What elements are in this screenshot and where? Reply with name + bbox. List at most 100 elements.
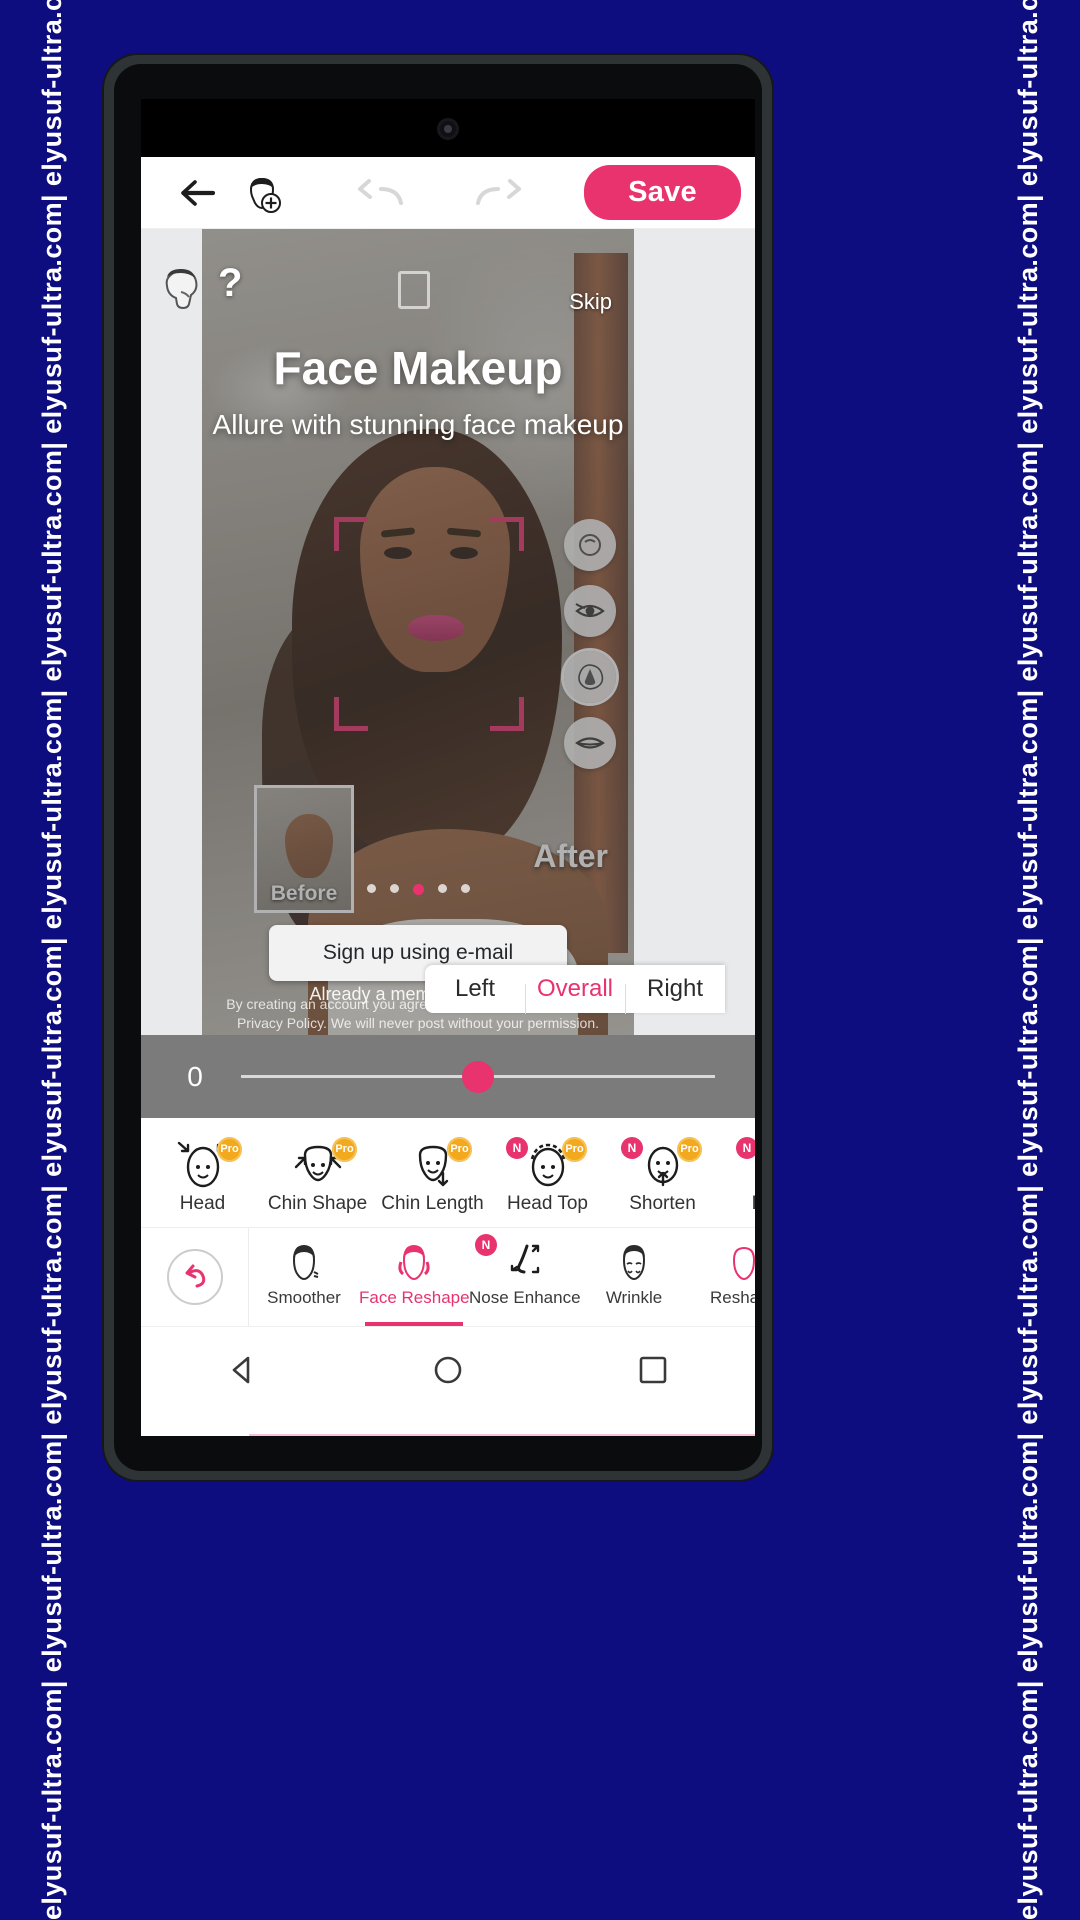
slider-track[interactable]: [241, 1060, 715, 1093]
add-face-button[interactable]: [231, 165, 295, 221]
region-segmented-control[interactable]: Left Overall Right: [425, 965, 725, 1014]
cat-label: Smoother: [267, 1288, 341, 1307]
cat-glyph: [249, 1236, 359, 1288]
pro-badge: Pro: [217, 1136, 242, 1162]
promo-dot[interactable]: [437, 884, 447, 893]
tool-glyph: N Pro: [605, 1135, 720, 1191]
undo-arrow-icon: [357, 178, 403, 205]
android-nav-bar: [141, 1326, 755, 1412]
watermark-rail-left: elyusuf-ultra.com| elyusuf-ultra.com| el…: [0, 0, 104, 1920]
redo-arrow-icon: [476, 178, 522, 205]
cat-glyph: [359, 1236, 469, 1288]
cat-label: Reshape: [709, 1288, 755, 1307]
back-arrow-icon: [181, 179, 216, 206]
reset-button[interactable]: [141, 1228, 249, 1326]
category-face-reshape[interactable]: Face Reshape: [359, 1228, 470, 1326]
undo-circle-icon: [185, 1264, 205, 1288]
new-badge: N: [506, 1136, 528, 1159]
tool-label: Head Top: [507, 1192, 588, 1214]
tool-lower[interactable]: N Pro Lower: [720, 1131, 755, 1215]
promo-overlay[interactable]: ? Skip Face Makeup Allure with stunning …: [202, 229, 634, 1035]
tool-head-top[interactable]: N Pro Head Top: [490, 1131, 605, 1215]
tool-glyph: N Pro: [490, 1135, 605, 1191]
phone-screen: Save Before After ? Skip Face Makeup All…: [141, 99, 755, 1436]
add-face-icon: [249, 177, 281, 213]
nav-back-button[interactable]: [198, 1353, 288, 1387]
segment-right[interactable]: Right: [625, 975, 725, 1014]
tool-glyph: Pro: [145, 1135, 260, 1191]
hand-tap-icon: [165, 269, 198, 310]
new-badge: N: [475, 1234, 497, 1256]
promo-help-icon[interactable]: ?: [218, 261, 242, 306]
nose-enhance-icon: [510, 1244, 540, 1274]
phone-bezel: Save Before After ? Skip Face Makeup All…: [114, 64, 762, 1471]
promo-page-dots[interactable]: [202, 884, 634, 895]
tool-chin-length[interactable]: Pro Chin Length: [375, 1131, 490, 1215]
tool-glyph: N Pro: [720, 1135, 755, 1191]
top-toolbar: Save: [141, 157, 755, 229]
face-reshape-icon: [398, 1245, 430, 1281]
tool-label: Chin Length: [381, 1192, 484, 1214]
tool-glyph: Pro: [375, 1135, 490, 1191]
new-badge: N: [621, 1136, 643, 1159]
tool-chin-shape[interactable]: Pro Chin Shape: [260, 1131, 375, 1215]
recents-square-icon: [639, 1356, 666, 1383]
tool-glyph: Pro: [260, 1135, 375, 1191]
promo-subtitle: Allure with stunning face makeup: [212, 409, 624, 440]
cat-glyph: N: [469, 1234, 579, 1288]
save-button[interactable]: Save: [584, 165, 741, 220]
intensity-slider-bar[interactable]: 0: [141, 1035, 755, 1118]
category-nose-enhance[interactable]: N Nose Enhance: [469, 1228, 581, 1326]
undo-circle: [166, 1249, 223, 1305]
smoother-face-icon: [292, 1245, 319, 1281]
promo-document-icon: [398, 271, 430, 309]
segment-overall[interactable]: Overall: [525, 975, 625, 1014]
pro-badge: Pro: [332, 1136, 357, 1162]
cat-glyph: [579, 1236, 689, 1288]
back-button[interactable]: [167, 165, 231, 221]
undo-button[interactable]: [349, 165, 413, 221]
watermark-text: elyusuf-ultra.com| elyusuf-ultra.com| el…: [0, 0, 104, 1920]
tool-shorten[interactable]: N Pro Shorten: [605, 1131, 720, 1215]
reshape-icon: [732, 1246, 755, 1281]
promo-dot[interactable]: [460, 884, 470, 893]
status-bar: [141, 99, 755, 157]
category-smoother[interactable]: Smoother: [249, 1228, 359, 1326]
slider-thumb[interactable]: [462, 1060, 494, 1093]
promo-dot-active[interactable]: [412, 884, 424, 895]
category-reshape[interactable]: Reshape: [689, 1228, 755, 1326]
slider-value: 0: [187, 1060, 203, 1092]
face-tool-strip[interactable]: Pro Head Pro Chin Shape Pro Chin Length …: [141, 1118, 755, 1228]
front-camera-icon: [437, 118, 459, 140]
promo-skip-button[interactable]: Skip: [569, 289, 612, 315]
segment-left[interactable]: Left: [425, 975, 525, 1003]
nav-recents-button[interactable]: [608, 1353, 698, 1387]
tool-label: Chin Shape: [267, 1192, 368, 1214]
redo-button[interactable]: [466, 165, 530, 221]
cat-glyph: [689, 1236, 755, 1288]
nav-home-button[interactable]: [403, 1353, 493, 1387]
promo-dot[interactable]: [366, 884, 376, 893]
phone-device-frame: Save Before After ? Skip Face Makeup All…: [104, 55, 772, 1480]
photo-canvas-area[interactable]: Before After ? Skip Face Makeup Allure w…: [141, 229, 755, 1035]
cat-label: Face Reshape: [359, 1288, 470, 1307]
wrinkle-face-icon: [622, 1245, 646, 1281]
pro-badge: Pro: [562, 1136, 587, 1162]
cat-label: Wrinkle: [605, 1288, 663, 1307]
tool-label: Head: [179, 1192, 226, 1214]
watermark-text: elyusuf-ultra.com| elyusuf-ultra.com| el…: [976, 0, 1080, 1920]
watermark-rail-right: elyusuf-ultra.com| elyusuf-ultra.com| el…: [976, 0, 1080, 1920]
category-strip[interactable]: Smoother Face Reshape N Nose Enhance Wri…: [141, 1228, 755, 1436]
promo-dot[interactable]: [389, 884, 399, 893]
back-triangle-icon: [233, 1356, 250, 1383]
new-badge: N: [736, 1136, 755, 1159]
category-wrinkle[interactable]: Wrinkle: [579, 1228, 689, 1326]
category-scroller[interactable]: Smoother Face Reshape N Nose Enhance Wri…: [249, 1228, 755, 1326]
promo-title: Face Makeup: [273, 342, 563, 394]
tool-label: Lower: [720, 1193, 755, 1215]
pro-badge: Pro: [677, 1136, 702, 1162]
cat-label: Nose Enhance: [469, 1288, 581, 1307]
hand-tap-button[interactable]: [153, 259, 209, 315]
pro-badge: Pro: [447, 1136, 472, 1162]
tool-head[interactable]: Pro Head: [145, 1131, 260, 1215]
